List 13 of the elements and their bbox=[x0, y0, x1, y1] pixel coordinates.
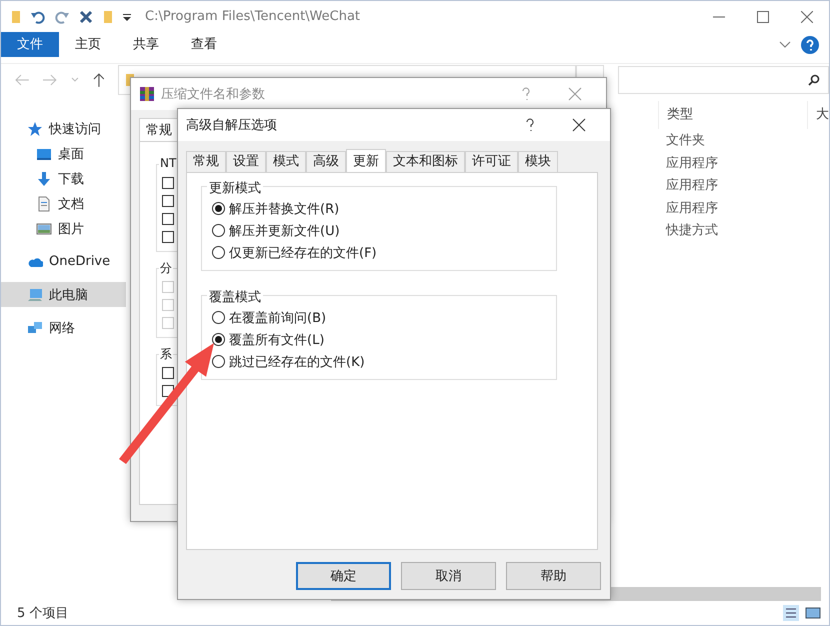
group-label: NT bbox=[159, 156, 178, 170]
group-label: 分 bbox=[159, 260, 173, 277]
dialog-title: 高级自解压选项 bbox=[186, 117, 277, 134]
table-cell-text: 应用程序 bbox=[665, 177, 719, 195]
group-label: 覆盖模式 bbox=[207, 288, 263, 306]
group-label: 更新模式 bbox=[207, 179, 263, 197]
status-text: 5 个项目 bbox=[17, 605, 68, 622]
window-title: C:\Program Files\Tencent\WeChat bbox=[145, 9, 360, 24]
table-cell-text: 快捷方式 bbox=[664, 222, 719, 240]
table-cell-text: 文件夹 bbox=[665, 132, 706, 150]
table-cell-text: 应用程序 bbox=[665, 200, 719, 218]
table-cell-text: 应用程序 bbox=[665, 154, 719, 172]
dialog-title: 压缩文件名和参数 bbox=[161, 86, 265, 103]
